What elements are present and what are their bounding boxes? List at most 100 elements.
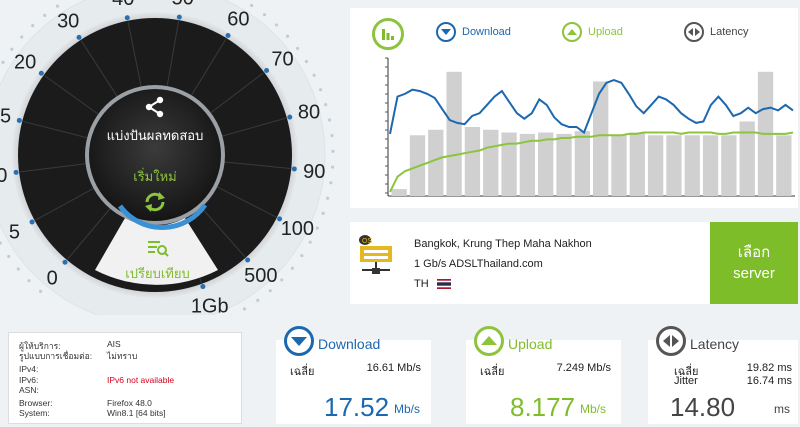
upload-title: Upload [508, 336, 553, 352]
country-code: TH [414, 278, 429, 290]
gauge-dot [304, 59, 309, 64]
gauge-dot [330, 133, 334, 138]
latency-bar [501, 132, 517, 196]
gauge-dot [331, 149, 335, 153]
scale-tick [16, 117, 22, 123]
ipv4-label: IPv4: [19, 364, 39, 374]
gauge-dot [20, 35, 24, 39]
latency-bar [428, 129, 444, 196]
scale-tick [13, 169, 19, 175]
server-icon: OS [358, 230, 394, 280]
gauge-dot [27, 279, 31, 283]
gauge-dot [315, 226, 319, 230]
gauge-dot [295, 46, 300, 51]
system-label: System: [19, 408, 50, 418]
scale-tick [245, 257, 251, 263]
compare-label: เปรียบเทียบ [125, 266, 190, 281]
latency-value: 14.80 [670, 392, 736, 422]
scale-label: 0 [47, 268, 58, 290]
system-value: Win8.1 [64 bits] [107, 408, 166, 418]
scale-label: 30 [57, 11, 79, 33]
scale-tick [291, 166, 297, 172]
scale-label: 5 [9, 222, 20, 244]
upload-avg-label: เฉลี่ย [480, 366, 505, 378]
gauge-dot [0, 241, 2, 245]
gauge-dot [330, 165, 335, 169]
latency-bar [684, 135, 700, 196]
scale-label: 80 [298, 102, 320, 124]
latency-title: Latency [690, 336, 740, 352]
scale-label: 90 [303, 161, 325, 183]
scale-label: 70 [271, 48, 293, 70]
latency-bar [721, 135, 737, 196]
compare-icon [147, 241, 169, 257]
svg-text:OS: OS [362, 238, 372, 245]
select-server-button[interactable]: เลือก server [710, 222, 798, 304]
scale-tick [287, 114, 293, 120]
download-speed-unit: Mb/s [394, 402, 421, 416]
scale-tick [124, 15, 130, 21]
scale-tick [200, 284, 206, 290]
connection-info: ผู้ให้บริการ: AIS รูปแบบการเชื่อมต่อ: ไม… [8, 332, 242, 424]
speed-chart-panel: Download Upload Latency [350, 8, 798, 208]
connection-type-value: ไม่ทราบ [107, 351, 138, 361]
latency-bar [629, 132, 645, 196]
gauge-dot [16, 267, 20, 271]
scale-label: 1Gb [191, 295, 229, 315]
download-avg-label: เฉลี่ย [290, 366, 315, 378]
latency-result: Latency เฉลี่ย 19.82 ms Jitter 16.74 ms … [648, 326, 798, 424]
scale-label: 500 [244, 265, 277, 287]
latency-bar [574, 131, 590, 196]
speed-chart [385, 57, 795, 197]
browser-value: Firefox 48.0 [107, 398, 152, 408]
gauge-dot [43, 13, 47, 17]
scale-tick [76, 34, 82, 40]
upload-avg-value: 7.249 Mb/s [556, 362, 611, 374]
latency-bar [538, 132, 554, 196]
upload-result: Upload เฉลี่ย 7.249 Mb/s 8.177 Mb/s [466, 326, 621, 424]
gauge-dot [7, 254, 11, 259]
server-location: Bangkok, Krung Thep Maha Nakhon [414, 238, 592, 250]
latency-bar [702, 135, 719, 196]
gauge-dot [1, 60, 5, 64]
scale-tick [225, 33, 231, 39]
gauge-dot [10, 47, 14, 51]
connection-type-label: รูปแบบการเชื่อมต่อ: [19, 351, 93, 361]
scale-label: 100 [281, 218, 314, 240]
gauge-dot [324, 103, 328, 107]
upload-result-icon [474, 326, 504, 356]
scale-tick [29, 219, 35, 225]
compare-button[interactable]: เปรียบเทียบ [115, 240, 200, 282]
restart-label: เริ่มใหม่ [133, 169, 177, 184]
thailand-flag-icon [436, 279, 451, 289]
gauge-dot [242, 307, 247, 311]
ipv6-label: IPv6: [19, 375, 39, 385]
download-result-icon [284, 326, 314, 356]
gauge-dot [285, 34, 290, 38]
gauge-dot [327, 118, 332, 122]
download-speed-value: 17.52 [324, 392, 390, 422]
latency-unit: ms [774, 402, 790, 416]
latency-bar [483, 129, 499, 196]
jitter-label: Jitter [674, 375, 698, 387]
latency-avg-value: 19.82 ms [746, 362, 792, 374]
scale-label: 60 [227, 8, 249, 30]
latency-bar [391, 189, 407, 196]
upload-speed-value: 8.177 [510, 392, 576, 422]
gauge-dot [329, 181, 333, 185]
restart-button[interactable]: เริ่มใหม่ [120, 166, 190, 216]
gauge-dot [280, 278, 284, 282]
browser-label: Browser: [19, 398, 53, 408]
gauge-dot [250, 3, 254, 8]
share-icon [145, 96, 164, 118]
gauge-dot [318, 88, 323, 92]
share-button[interactable]: แบ่งปันผลทดสอบ [100, 96, 210, 146]
server-panel: OS Bangkok, Krung Thep Maha Nakhon 1 Gb/… [350, 222, 798, 304]
isp-value: AIS [107, 339, 121, 349]
server-provider: 1 Gb/s ADSLThailand.com [414, 258, 543, 270]
download-title: Download [318, 336, 381, 352]
scale-tick [62, 259, 68, 265]
scale-tick [264, 67, 270, 73]
gauge-dot [321, 211, 325, 215]
gauge-dot [268, 289, 272, 293]
